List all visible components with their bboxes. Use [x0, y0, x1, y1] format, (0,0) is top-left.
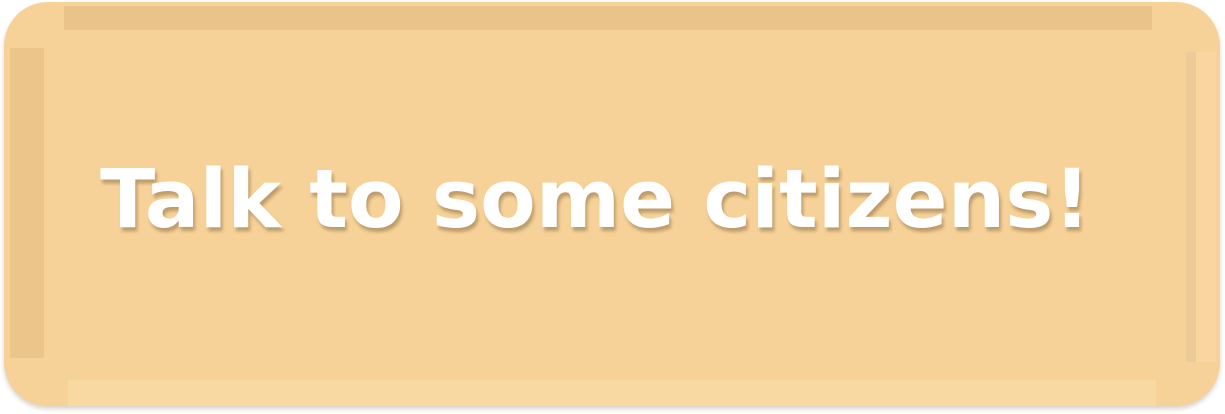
banner-left-edge — [10, 48, 44, 358]
quest-banner: Talk to some citizens! — [4, 2, 1220, 406]
quest-message: Talk to some citizens! — [100, 153, 1091, 247]
banner-right-edge — [1186, 52, 1216, 362]
banner-top-edge — [64, 6, 1152, 30]
banner-bottom-edge — [68, 380, 1156, 406]
